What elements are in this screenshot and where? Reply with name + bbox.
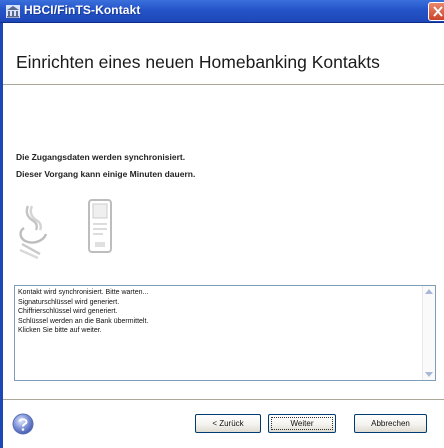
cancel-button[interactable]: Abbrechen [354, 414, 427, 433]
page-title: Einrichten eines neuen Homebanking Konta… [16, 52, 380, 72]
log-lines: Kontakt wird synchronisiert. Bitte warte… [18, 288, 421, 336]
back-button[interactable]: < Zurück [195, 414, 261, 433]
log-line: Klicken Sie bitte auf weiter. [18, 327, 102, 335]
info-text-sync: Die Zugangsdaten werden synchronisiert. [16, 152, 186, 162]
window-title: HBCI/FinTS-Kontakt [24, 3, 141, 17]
log-line: Schlüssel werden an die Bank übermittelt… [18, 317, 149, 325]
log-scrollbar[interactable] [422, 286, 435, 380]
log-line: Kontakt wird synchronisiert. Bitte warte… [18, 289, 149, 296]
footer-divider [3, 399, 444, 401]
log-line: Chiffrierschlüssel wird generiert. [18, 308, 118, 316]
bank-icon [6, 5, 20, 18]
info-text-duration: Dieser Vorgang kann einige Minuten dauer… [16, 169, 196, 179]
close-icon [433, 6, 443, 17]
scroll-up-arrow-icon[interactable] [425, 289, 433, 294]
scroll-down-arrow-icon[interactable] [425, 372, 433, 377]
next-button[interactable]: Weiter [268, 414, 336, 433]
key-with-lines-icon [19, 205, 48, 260]
close-button[interactable] [428, 2, 444, 21]
help-icon[interactable] [12, 413, 34, 435]
status-log[interactable]: Kontakt wird synchronisiert. Bitte warte… [14, 285, 436, 381]
card-shape-icon [88, 199, 112, 253]
log-line: Signaturschlüssel wird generiert. [18, 298, 120, 306]
title-bar: HBCI/FinTS-Kontakt [0, 0, 444, 23]
wizard-body [0, 23, 444, 448]
header-divider [3, 84, 444, 86]
